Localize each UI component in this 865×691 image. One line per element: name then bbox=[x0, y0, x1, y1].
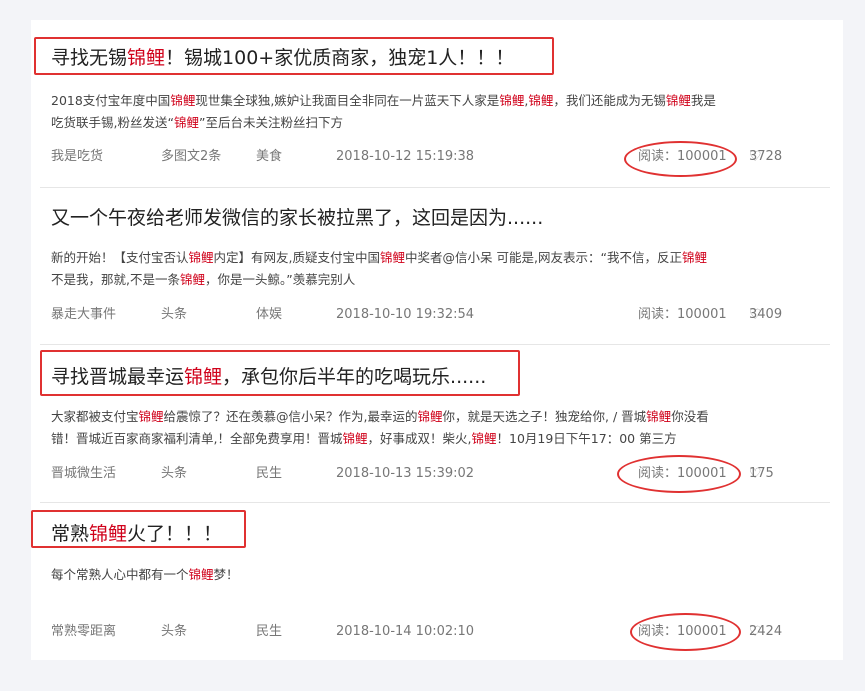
highlight-box-title-1 bbox=[34, 37, 554, 75]
highlight-oval-reads-4 bbox=[630, 613, 741, 651]
article-type: 头条 bbox=[161, 307, 188, 322]
article-category: 美食 bbox=[256, 149, 283, 164]
article-summary: 大家都被支付宝锦鲤给震惊了？还在羡慕@信小呆？作为,最幸运的锦鲤你，就是天选之子… bbox=[51, 409, 709, 446]
article-category: 民生 bbox=[256, 624, 283, 639]
article-summary: 2018支付宝年度中国锦鲤现世集全球独,嫉妒让我面目全非同在一片蓝天下人家是锦鲤… bbox=[51, 93, 716, 130]
author-name[interactable]: 晋城微生活 bbox=[51, 464, 116, 484]
article-summary: 新的开始！【支付宝否认锦鲤内定】有网友,质疑支付宝中国锦鲤中奖者@信小呆 可能是… bbox=[51, 250, 707, 287]
publish-date: 2018-10-14 10:02:10 bbox=[336, 624, 475, 639]
highlight-box-title-4 bbox=[31, 510, 246, 548]
article-type: 多图文2条 bbox=[161, 149, 222, 164]
article-title[interactable]: 又一个午夜给老师发微信的家长被拉黑了，这回是因为...... bbox=[51, 206, 543, 230]
author-name[interactable]: 常熟零距离 bbox=[51, 622, 116, 642]
article-category: 体娱 bbox=[256, 307, 283, 322]
article-type: 头条 bbox=[161, 466, 188, 481]
article-list-panel: 寻找无锡锦鲤！锡城100+家优质商家，独宠1人！！！ 2018支付宝年度中国锦鲤… bbox=[31, 20, 843, 660]
author-name[interactable]: 暴走大事件 bbox=[51, 305, 116, 325]
article-summary: 每个常熟人心中都有一个锦鲤梦！ bbox=[51, 567, 239, 582]
article-type: 头条 bbox=[161, 624, 188, 639]
publish-date: 2018-10-12 15:19:38 bbox=[336, 149, 475, 164]
article-item: 又一个午夜给老师发微信的家长被拉黑了，这回是因为...... 新的开始！【支付宝… bbox=[40, 187, 830, 345]
article-meta: 暴走大事件 头条 体娱 2018-10-10 19:32:54 阅读：10000… bbox=[51, 305, 783, 325]
highlight-box-title-3 bbox=[40, 350, 520, 396]
highlight-oval-reads-1 bbox=[624, 141, 737, 177]
highlight-oval-reads-3 bbox=[617, 455, 741, 493]
article-category: 民生 bbox=[256, 466, 283, 481]
publish-date: 2018-10-13 15:39:02 bbox=[336, 466, 475, 481]
publish-date: 2018-10-10 19:32:54 bbox=[336, 307, 475, 322]
author-name[interactable]: 我是吃货 bbox=[51, 147, 103, 167]
read-count: 阅读：100001 bbox=[638, 307, 727, 322]
